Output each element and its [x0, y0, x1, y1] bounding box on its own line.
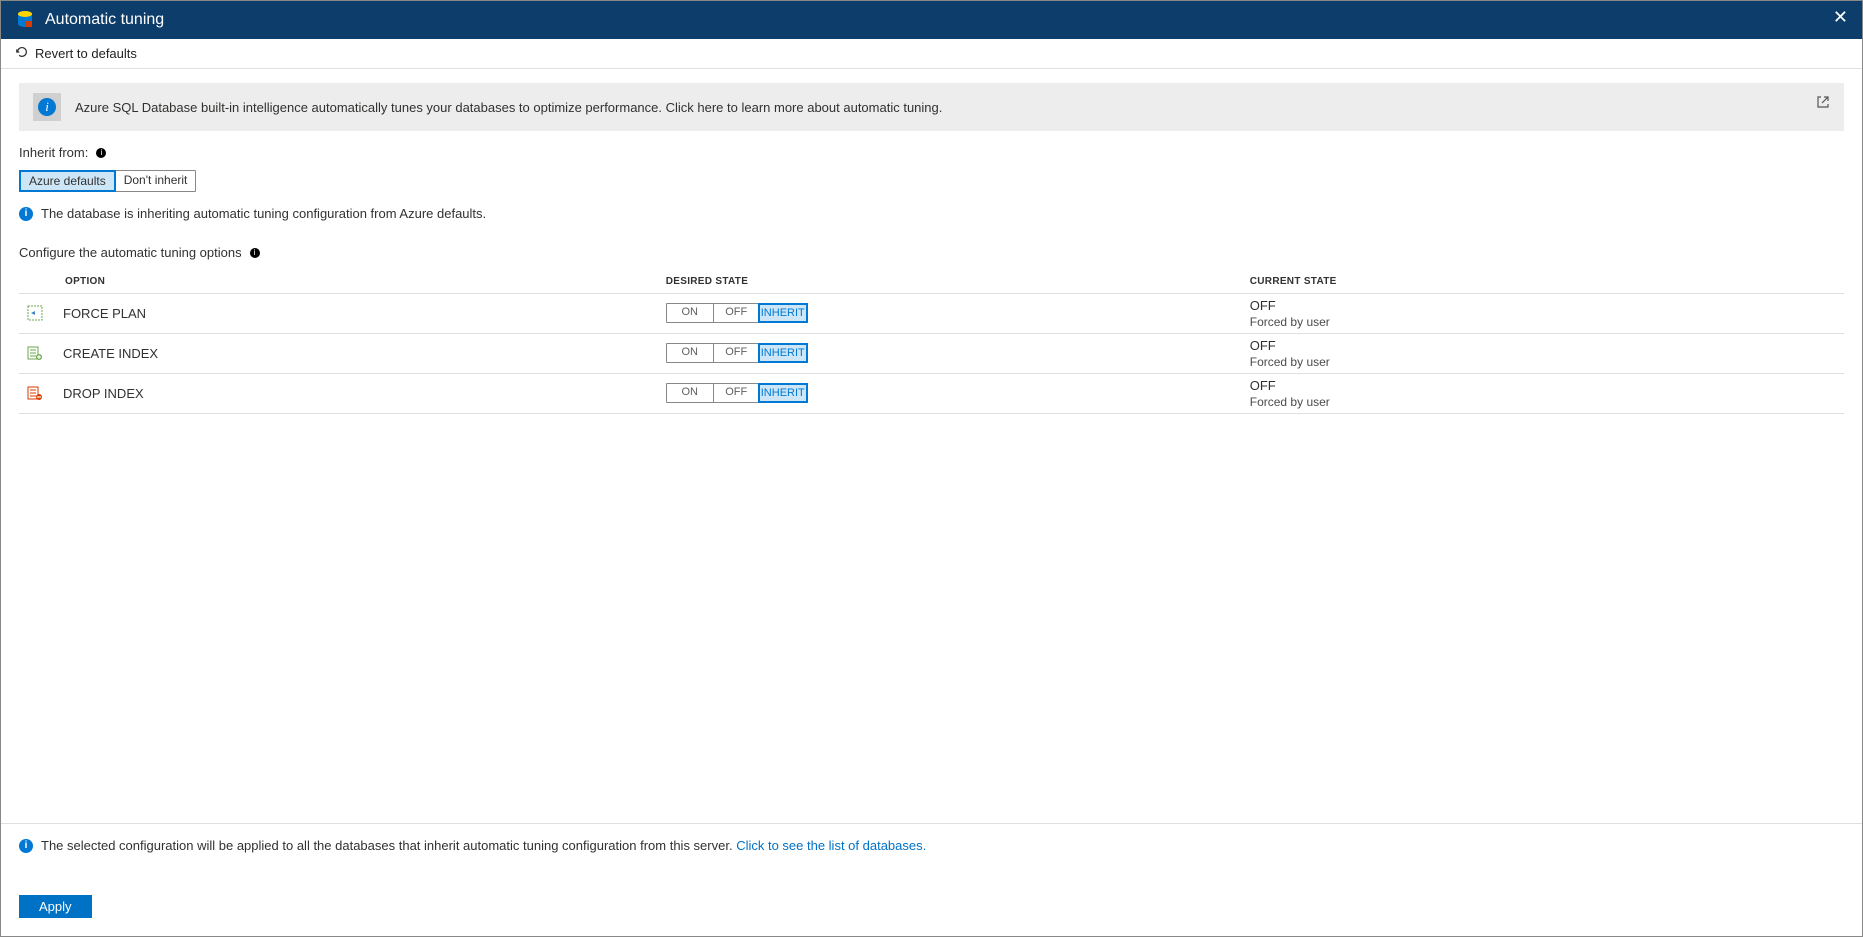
- current-state-subtext: Forced by user: [1250, 395, 1836, 409]
- table-row: DROP INDEX ON OFF INHERIT OFF Forced by …: [19, 373, 1844, 413]
- col-header-option: Option: [19, 270, 658, 294]
- footer: i The selected configuration will be app…: [1, 823, 1862, 936]
- inherit-status-text: The database is inheriting automatic tun…: [41, 206, 486, 221]
- table-row: FORCE PLAN ON OFF INHERIT OFF Forced by …: [19, 294, 1844, 334]
- current-state-value: OFF: [1250, 338, 1836, 355]
- blade-header: Automatic tuning ✕: [1, 1, 1862, 39]
- blade-title: Automatic tuning: [45, 11, 164, 29]
- tuning-options-table: Option Desired State Current State FORCE…: [19, 270, 1844, 414]
- state-off[interactable]: OFF: [713, 384, 759, 402]
- current-state-subtext: Forced by user: [1250, 315, 1836, 329]
- desired-state-segmented: ON OFF INHERIT: [666, 383, 808, 403]
- configure-options-label: Configure the automatic tuning options i: [19, 245, 1844, 260]
- option-name: FORCE PLAN: [63, 306, 146, 321]
- desired-state-segmented: ON OFF INHERIT: [666, 343, 808, 363]
- option-name: DROP INDEX: [63, 386, 144, 401]
- inherit-segmented-control: Azure defaults Don't inherit: [19, 170, 196, 192]
- col-header-current: Current State: [1242, 270, 1844, 294]
- banner-text: Azure SQL Database built-in intelligence…: [75, 100, 942, 115]
- inherit-from-label: Inherit from: i: [19, 145, 1844, 160]
- current-state-value: OFF: [1250, 298, 1836, 315]
- footer-databases-link[interactable]: Click to see the list of databases.: [736, 838, 926, 853]
- content-area: i Azure SQL Database built-in intelligen…: [1, 69, 1862, 823]
- state-inherit[interactable]: INHERIT: [758, 383, 808, 403]
- footer-info-row: i The selected configuration will be app…: [19, 838, 1844, 853]
- revert-label: Revert to defaults: [35, 46, 137, 61]
- info-icon: i: [33, 93, 61, 121]
- state-on[interactable]: ON: [667, 344, 713, 362]
- info-icon[interactable]: i: [96, 148, 106, 158]
- info-icon[interactable]: i: [250, 248, 260, 258]
- revert-to-defaults-button[interactable]: Revert to defaults: [15, 45, 137, 62]
- col-header-desired: Desired State: [658, 270, 1242, 294]
- state-off[interactable]: OFF: [713, 304, 759, 322]
- inherit-option-dont-inherit[interactable]: Don't inherit: [115, 171, 196, 191]
- footer-info-text: The selected configuration will be appli…: [41, 838, 736, 853]
- inherit-option-azure-defaults[interactable]: Azure defaults: [19, 170, 116, 192]
- toolbar: Revert to defaults: [1, 39, 1862, 69]
- option-name: CREATE INDEX: [63, 346, 158, 361]
- state-inherit[interactable]: INHERIT: [758, 303, 808, 323]
- learn-more-banner[interactable]: i Azure SQL Database built-in intelligen…: [19, 83, 1844, 131]
- close-icon[interactable]: ✕: [1833, 7, 1848, 28]
- create-index-icon: [27, 345, 43, 361]
- database-icon: [15, 10, 35, 30]
- drop-index-icon: [27, 385, 43, 401]
- table-row: CREATE INDEX ON OFF INHERIT OFF Forced b…: [19, 333, 1844, 373]
- state-on[interactable]: ON: [667, 304, 713, 322]
- state-off[interactable]: OFF: [713, 344, 759, 362]
- external-link-icon: [1816, 95, 1830, 109]
- info-icon: i: [19, 207, 33, 221]
- info-icon: i: [19, 839, 33, 853]
- force-plan-icon: [27, 305, 43, 321]
- undo-icon: [15, 45, 29, 62]
- desired-state-segmented: ON OFF INHERIT: [666, 303, 808, 323]
- inherit-status-row: i The database is inheriting automatic t…: [19, 206, 1844, 221]
- apply-button[interactable]: Apply: [19, 895, 92, 918]
- state-inherit[interactable]: INHERIT: [758, 343, 808, 363]
- state-on[interactable]: ON: [667, 384, 713, 402]
- current-state-value: OFF: [1250, 378, 1836, 395]
- current-state-subtext: Forced by user: [1250, 355, 1836, 369]
